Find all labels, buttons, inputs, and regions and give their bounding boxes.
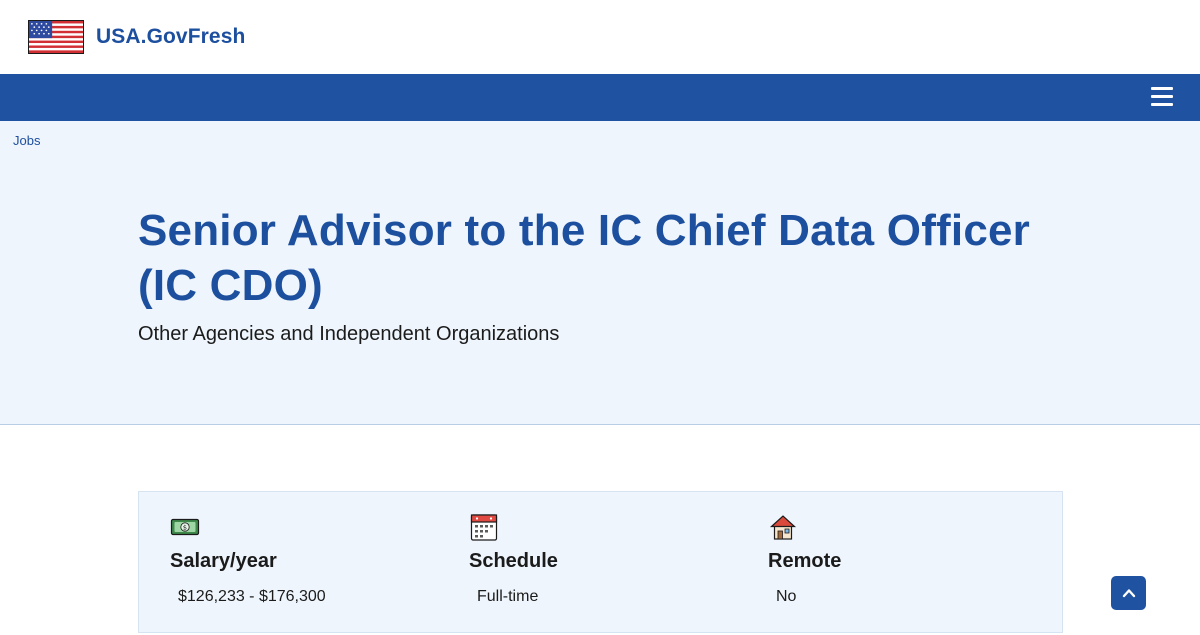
salary-value: $126,233 - $176,300 (178, 588, 326, 605)
salary-label: Salary/year (170, 550, 277, 572)
main-nav-bar (0, 74, 1200, 121)
job-details-panel: $ Salary/year $126,233 - $176,300 Schedu… (138, 491, 1063, 633)
detail-schedule: Schedule Full-time (469, 512, 558, 606)
schedule-value: Full-time (477, 588, 539, 605)
chevron-up-icon (1122, 589, 1135, 598)
us-flag-icon (28, 20, 84, 54)
detail-remote: Remote No (768, 512, 841, 606)
remote-label: Remote (768, 550, 842, 572)
site-name: USA.GovFresh (96, 25, 246, 48)
job-agency: Other Agencies and Independent Organizat… (138, 323, 560, 345)
job-title: Senior Advisor to the IC Chief Data Offi… (138, 206, 1030, 310)
house-icon (769, 515, 797, 540)
home-link[interactable]: USA.GovFresh (28, 20, 245, 54)
back-to-top-button[interactable] (1111, 576, 1146, 610)
site-header: USA.GovFresh (0, 0, 1200, 74)
detail-salary: $ Salary/year $126,233 - $176,300 (170, 512, 326, 606)
calendar-icon (470, 514, 498, 541)
breadcrumb-jobs[interactable]: Jobs (13, 133, 40, 148)
remote-value: No (776, 588, 797, 605)
svg-text:$: $ (183, 523, 187, 531)
job-hero: Jobs Senior Advisor to the IC Chief Data… (0, 121, 1200, 425)
hamburger-menu-icon[interactable] (1151, 87, 1173, 107)
schedule-label: Schedule (469, 550, 558, 572)
money-icon: $ (170, 518, 200, 536)
